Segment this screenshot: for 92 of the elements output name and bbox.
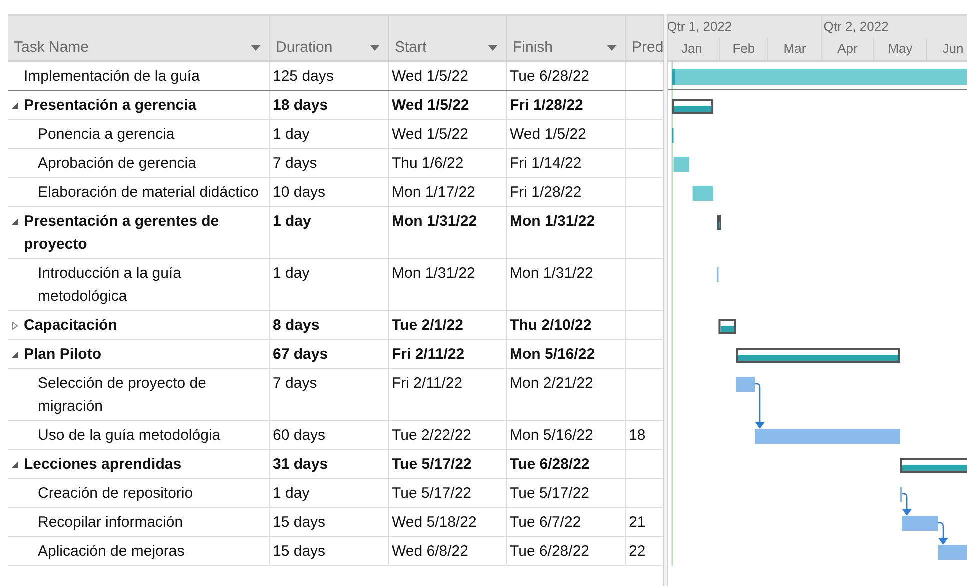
task-name: Aprobación de gerencia	[38, 154, 196, 174]
finish-cell: Mon 1/31/22	[507, 259, 626, 310]
start-cell: Fri 2/11/22	[389, 369, 507, 420]
month-label: Feb	[732, 41, 756, 56]
duration-cell: 67 days	[270, 340, 389, 368]
start-cell: Tue 5/17/22	[389, 479, 507, 507]
dropdown-icon[interactable]	[607, 45, 617, 51]
duration-cell: 18 days	[270, 91, 389, 119]
collapse-icon[interactable]	[11, 218, 19, 226]
collapse-icon[interactable]	[11, 351, 19, 359]
start-cell: Wed 1/5/22	[389, 62, 507, 90]
finish-cell: Tue 6/7/22	[507, 508, 626, 536]
start-cell: Wed 5/18/22	[389, 508, 507, 536]
task-name: Ponencia a gerencia	[38, 125, 175, 145]
dependency-arrow	[938, 522, 948, 545]
finish-cell: Tue 6/28/22	[507, 537, 626, 565]
finish-cell: Mon 2/21/22	[507, 369, 626, 420]
duration-cell: 1 day	[270, 207, 389, 258]
task-name: Selección de proyecto de migración	[38, 374, 208, 417]
column-header[interactable]: Finish	[507, 16, 626, 60]
predecessors-cell-text: 18	[628, 426, 647, 446]
duration-cell: 1 day	[270, 479, 389, 507]
dropdown-icon[interactable]	[488, 45, 498, 51]
month-label: May	[888, 41, 913, 56]
task-name: Presentación a gerentes de proyecto	[24, 212, 220, 255]
duration-cell: 15 days	[270, 508, 389, 536]
finish-cell: Thu 2/10/22	[507, 311, 626, 339]
start-cell: Wed 6/8/22	[389, 537, 507, 565]
start-cell: Tue 5/17/22	[389, 450, 507, 478]
month-label: Apr	[838, 41, 858, 56]
finish-cell: Fri 1/28/22	[507, 178, 626, 206]
duration-cell: 7 days	[270, 149, 389, 177]
task-name: Lecciones aprendidas	[24, 455, 182, 475]
task-name: Uso de la guía metodológia	[38, 426, 221, 446]
start-cell: Thu 1/6/22	[389, 149, 507, 177]
collapse-icon[interactable]	[11, 322, 19, 330]
duration-cell: 8 days	[270, 311, 389, 339]
task-name: Implementación de la guía	[24, 67, 200, 87]
start-cell: Wed 1/5/22	[389, 91, 507, 119]
task-name: Recopilar información	[38, 513, 184, 533]
duration-cell: 7 days	[270, 369, 389, 420]
predecessors-cell-text: 22	[628, 542, 647, 562]
month-label: Jan	[681, 41, 702, 56]
column-header[interactable]: Pred	[626, 16, 663, 60]
finish-cell: Fri 1/14/22	[507, 149, 626, 177]
start-cell: Wed 1/5/22	[389, 120, 507, 148]
finish-cell: Tue 5/17/22	[507, 479, 626, 507]
task-name: Presentación a gerencia	[24, 96, 197, 116]
month-label: Jun	[942, 41, 964, 56]
duration-cell: 125 days	[270, 62, 389, 90]
dependency-arrow	[755, 383, 766, 429]
duration-cell: 10 days	[270, 178, 389, 206]
finish-cell: Mon 1/31/22	[507, 207, 626, 258]
predecessors-cell-text: 21	[628, 513, 647, 533]
duration-cell: 60 days	[270, 421, 389, 449]
task-name: Plan Piloto	[24, 345, 102, 365]
dropdown-icon[interactable]	[251, 45, 261, 51]
finish-cell: Fri 1/28/22	[507, 91, 626, 119]
duration-cell: 1 day	[270, 259, 389, 310]
finish-cell: Mon 5/16/22	[507, 340, 626, 368]
start-cell: Mon 1/17/22	[389, 178, 507, 206]
summary-bar[interactable]	[900, 458, 967, 473]
quarter-label: Qtr 1, 2022	[668, 19, 732, 34]
quarter-label: Qtr 2, 2022	[824, 19, 889, 34]
task-name: Capacitación	[24, 316, 118, 336]
task-name: Creación de repositorio	[38, 484, 194, 504]
collapse-icon[interactable]	[11, 461, 19, 469]
start-cell: Tue 2/1/22	[389, 311, 507, 339]
dropdown-icon[interactable]	[370, 45, 380, 51]
collapse-icon[interactable]	[11, 102, 19, 110]
summary-bar[interactable]	[718, 319, 736, 334]
summary-bar[interactable]	[672, 99, 714, 114]
start-cell: Fri 2/11/22	[389, 340, 507, 368]
duration-cell: 15 days	[270, 537, 389, 565]
column-header[interactable]: Task Name	[8, 16, 270, 60]
duration-cell: 1 day	[270, 120, 389, 148]
month-label: Mar	[784, 41, 806, 56]
finish-cell: Wed 1/5/22	[507, 120, 626, 148]
task-name: Introducción a la guía metodológica	[38, 264, 182, 307]
finish-cell: Tue 6/28/22	[507, 62, 626, 90]
finish-cell: Mon 5/16/22	[507, 421, 626, 449]
duration-cell: 31 days	[270, 450, 389, 478]
task-name: Aplicación de mejoras	[38, 542, 185, 562]
start-cell: Tue 2/22/22	[389, 421, 507, 449]
column-header[interactable]: Duration	[270, 16, 389, 60]
column-header[interactable]: Start	[389, 16, 507, 60]
task-name: Elaboración de material didáctico	[38, 183, 259, 203]
start-cell: Mon 1/31/22	[389, 207, 507, 258]
finish-cell: Tue 6/28/22	[507, 450, 626, 478]
start-cell: Mon 1/31/22	[389, 259, 507, 310]
summary-bar[interactable]	[736, 348, 900, 363]
dependency-arrow	[902, 493, 912, 516]
